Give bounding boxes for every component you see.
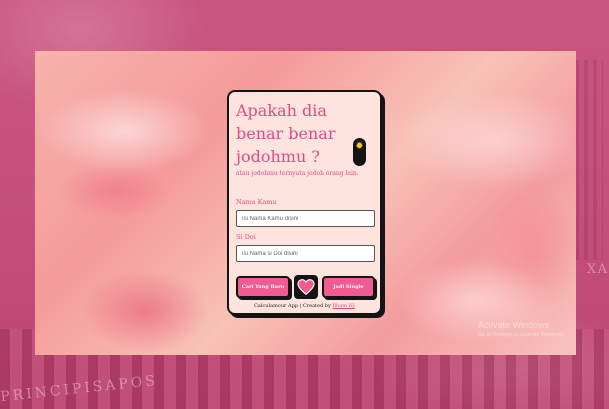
- sun-icon: ✹: [355, 141, 364, 152]
- watermark-subtitle: Go to Settings to activate Windows.: [478, 332, 565, 338]
- background-column: [575, 60, 603, 260]
- partner-name-input[interactable]: [236, 245, 375, 262]
- watermark-title: Activate Windows: [478, 320, 550, 330]
- footer-text: Calculamour App | Created by: [254, 303, 331, 309]
- your-name-input[interactable]: [236, 210, 375, 227]
- your-name-label: Nama Kamu: [236, 198, 277, 206]
- author-link[interactable]: Ilham HJ: [332, 303, 354, 309]
- stay-single-button[interactable]: Jadi Single: [322, 276, 375, 298]
- footer: Calculamour App | Created by Ilham HJ: [229, 303, 380, 309]
- partner-name-label: Si Doi: [236, 233, 256, 241]
- subtitle: atau jodohmu ternyata jodoh orang lain.: [236, 170, 359, 177]
- page-title: Apakah dia benar benar jodohmu ?: [236, 101, 336, 166]
- heart-icon: [297, 279, 315, 295]
- calculate-button[interactable]: [294, 275, 318, 299]
- calculator-card: Apakah dia benar benar jodohmu ? ✹ atau …: [227, 90, 382, 315]
- theme-toggle[interactable]: ✹: [353, 138, 366, 166]
- background-inscription-right: XA: [586, 262, 609, 277]
- activate-windows-watermark: Activate Windows Go to Settings to activ…: [478, 320, 565, 338]
- find-new-button[interactable]: Cari Yang Baru: [236, 276, 290, 298]
